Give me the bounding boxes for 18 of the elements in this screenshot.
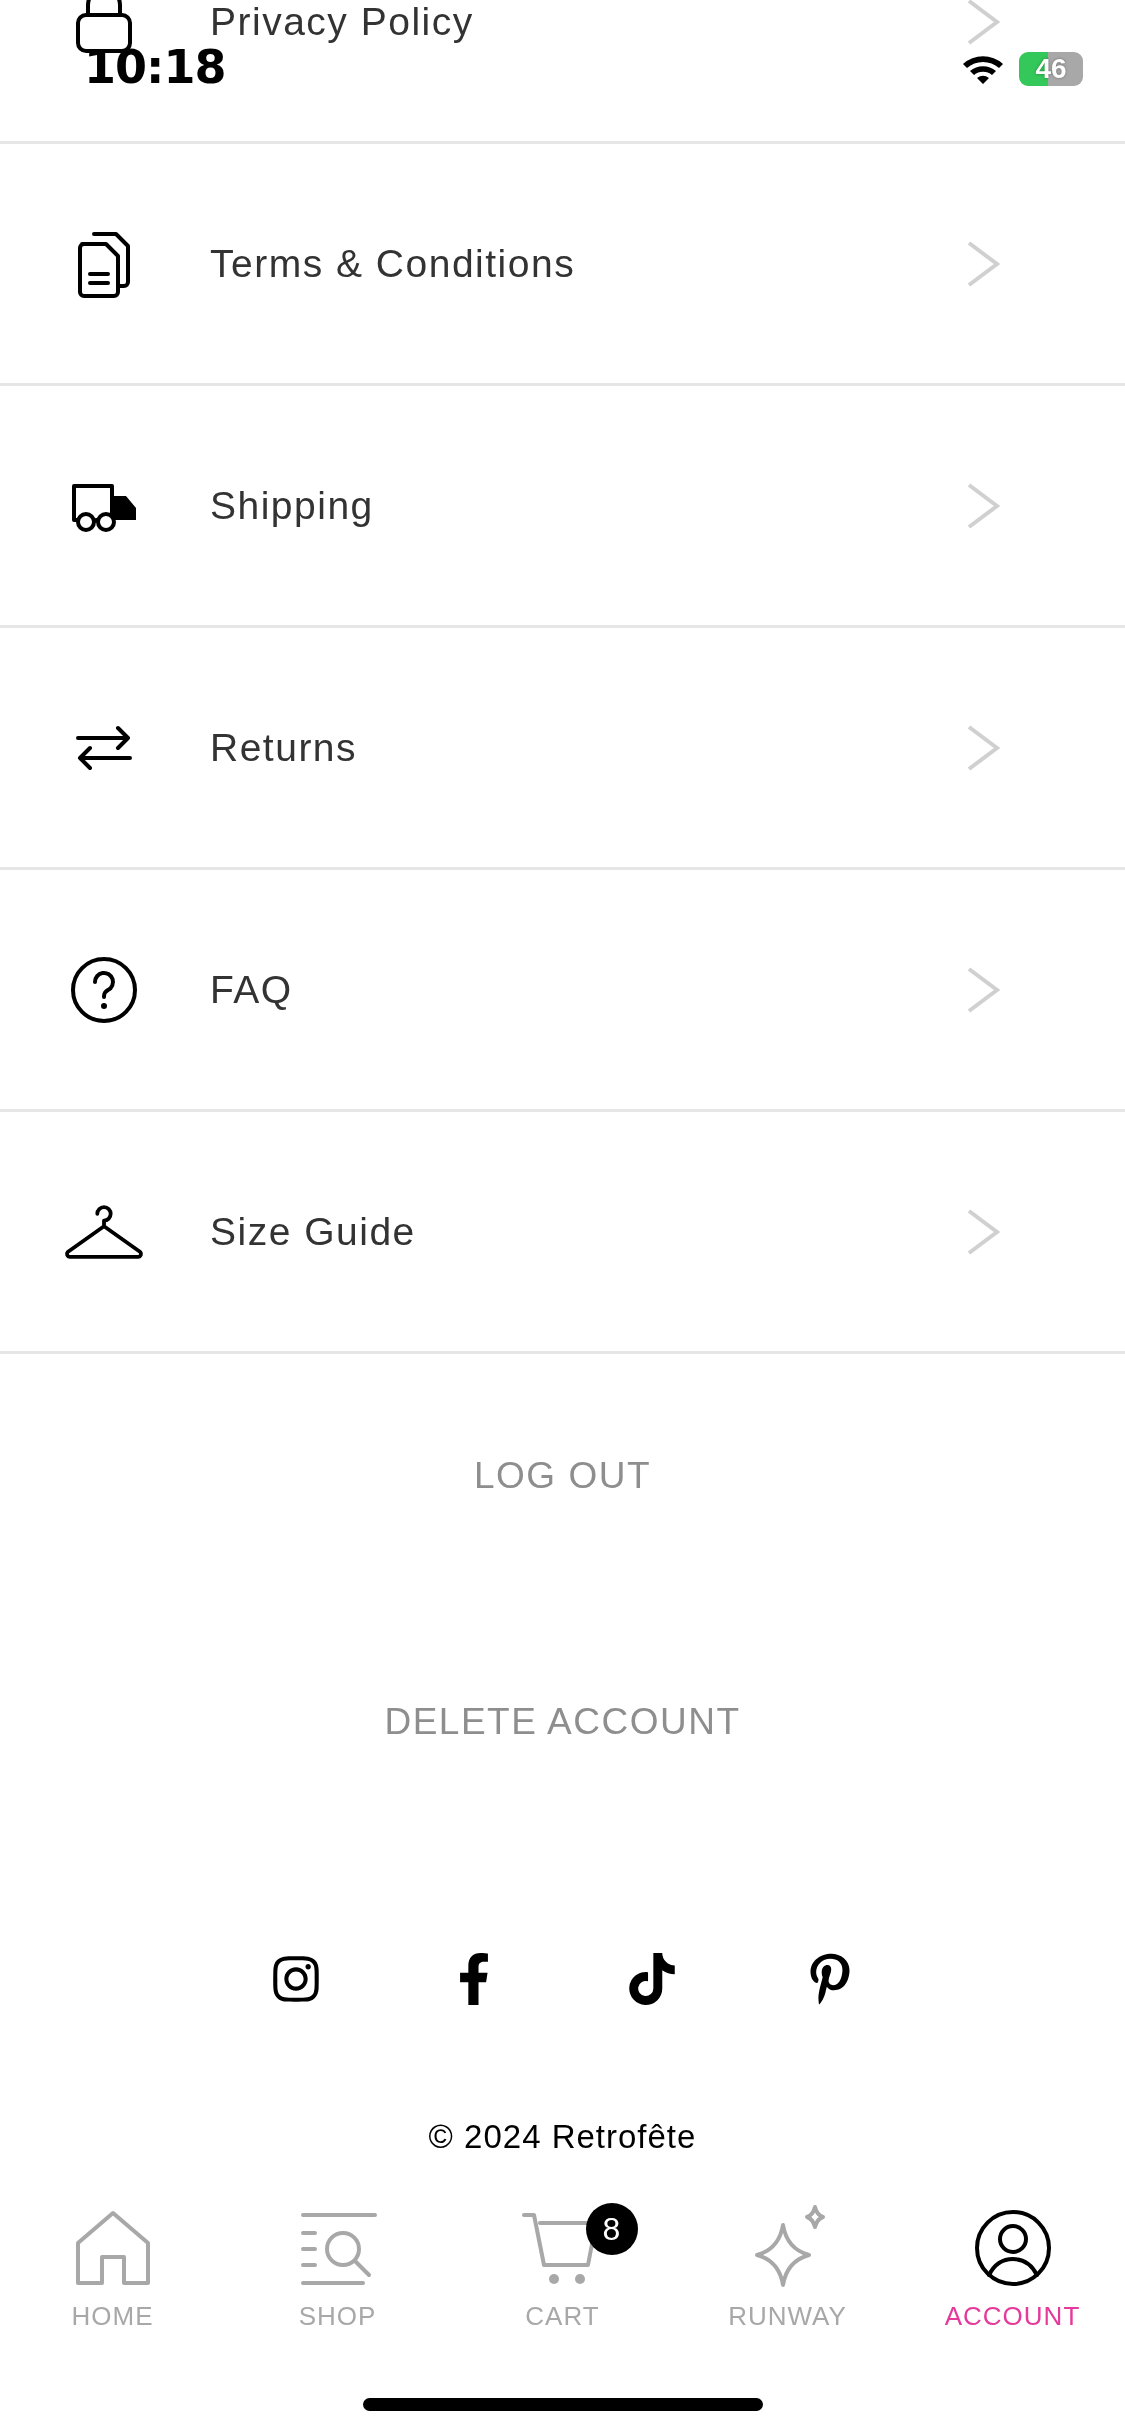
question-icon <box>69 954 139 1025</box>
menu-label: Privacy Policy <box>210 2 475 41</box>
menu-row[interactable]: Shipping <box>0 386 1125 628</box>
menu-label: Returns <box>210 728 359 767</box>
chevron-icon <box>965 0 1003 47</box>
tab-bar-item[interactable]: CART 8 <box>450 2203 675 2332</box>
status-time: 10:18 <box>84 40 226 94</box>
menu-row[interactable]: Terms & Conditions <box>0 144 1125 386</box>
menu-label: Terms & Conditions <box>210 244 577 283</box>
menu-row[interactable]: Returns <box>0 628 1125 870</box>
menu-label: Shipping <box>210 486 375 525</box>
tab-bar-item[interactable]: ACCOUNT <box>900 2203 1125 2332</box>
copyright-text: © 2024 Retrofête <box>428 2118 697 2156</box>
cart-count-badge: 8 <box>586 2203 638 2255</box>
menu-label: FAQ <box>210 970 294 1009</box>
menu-row[interactable]: FAQ <box>0 870 1125 1112</box>
menu-label: Size Guide <box>210 1212 417 1251</box>
menu-row[interactable]: Size Guide <box>0 1112 1125 1354</box>
